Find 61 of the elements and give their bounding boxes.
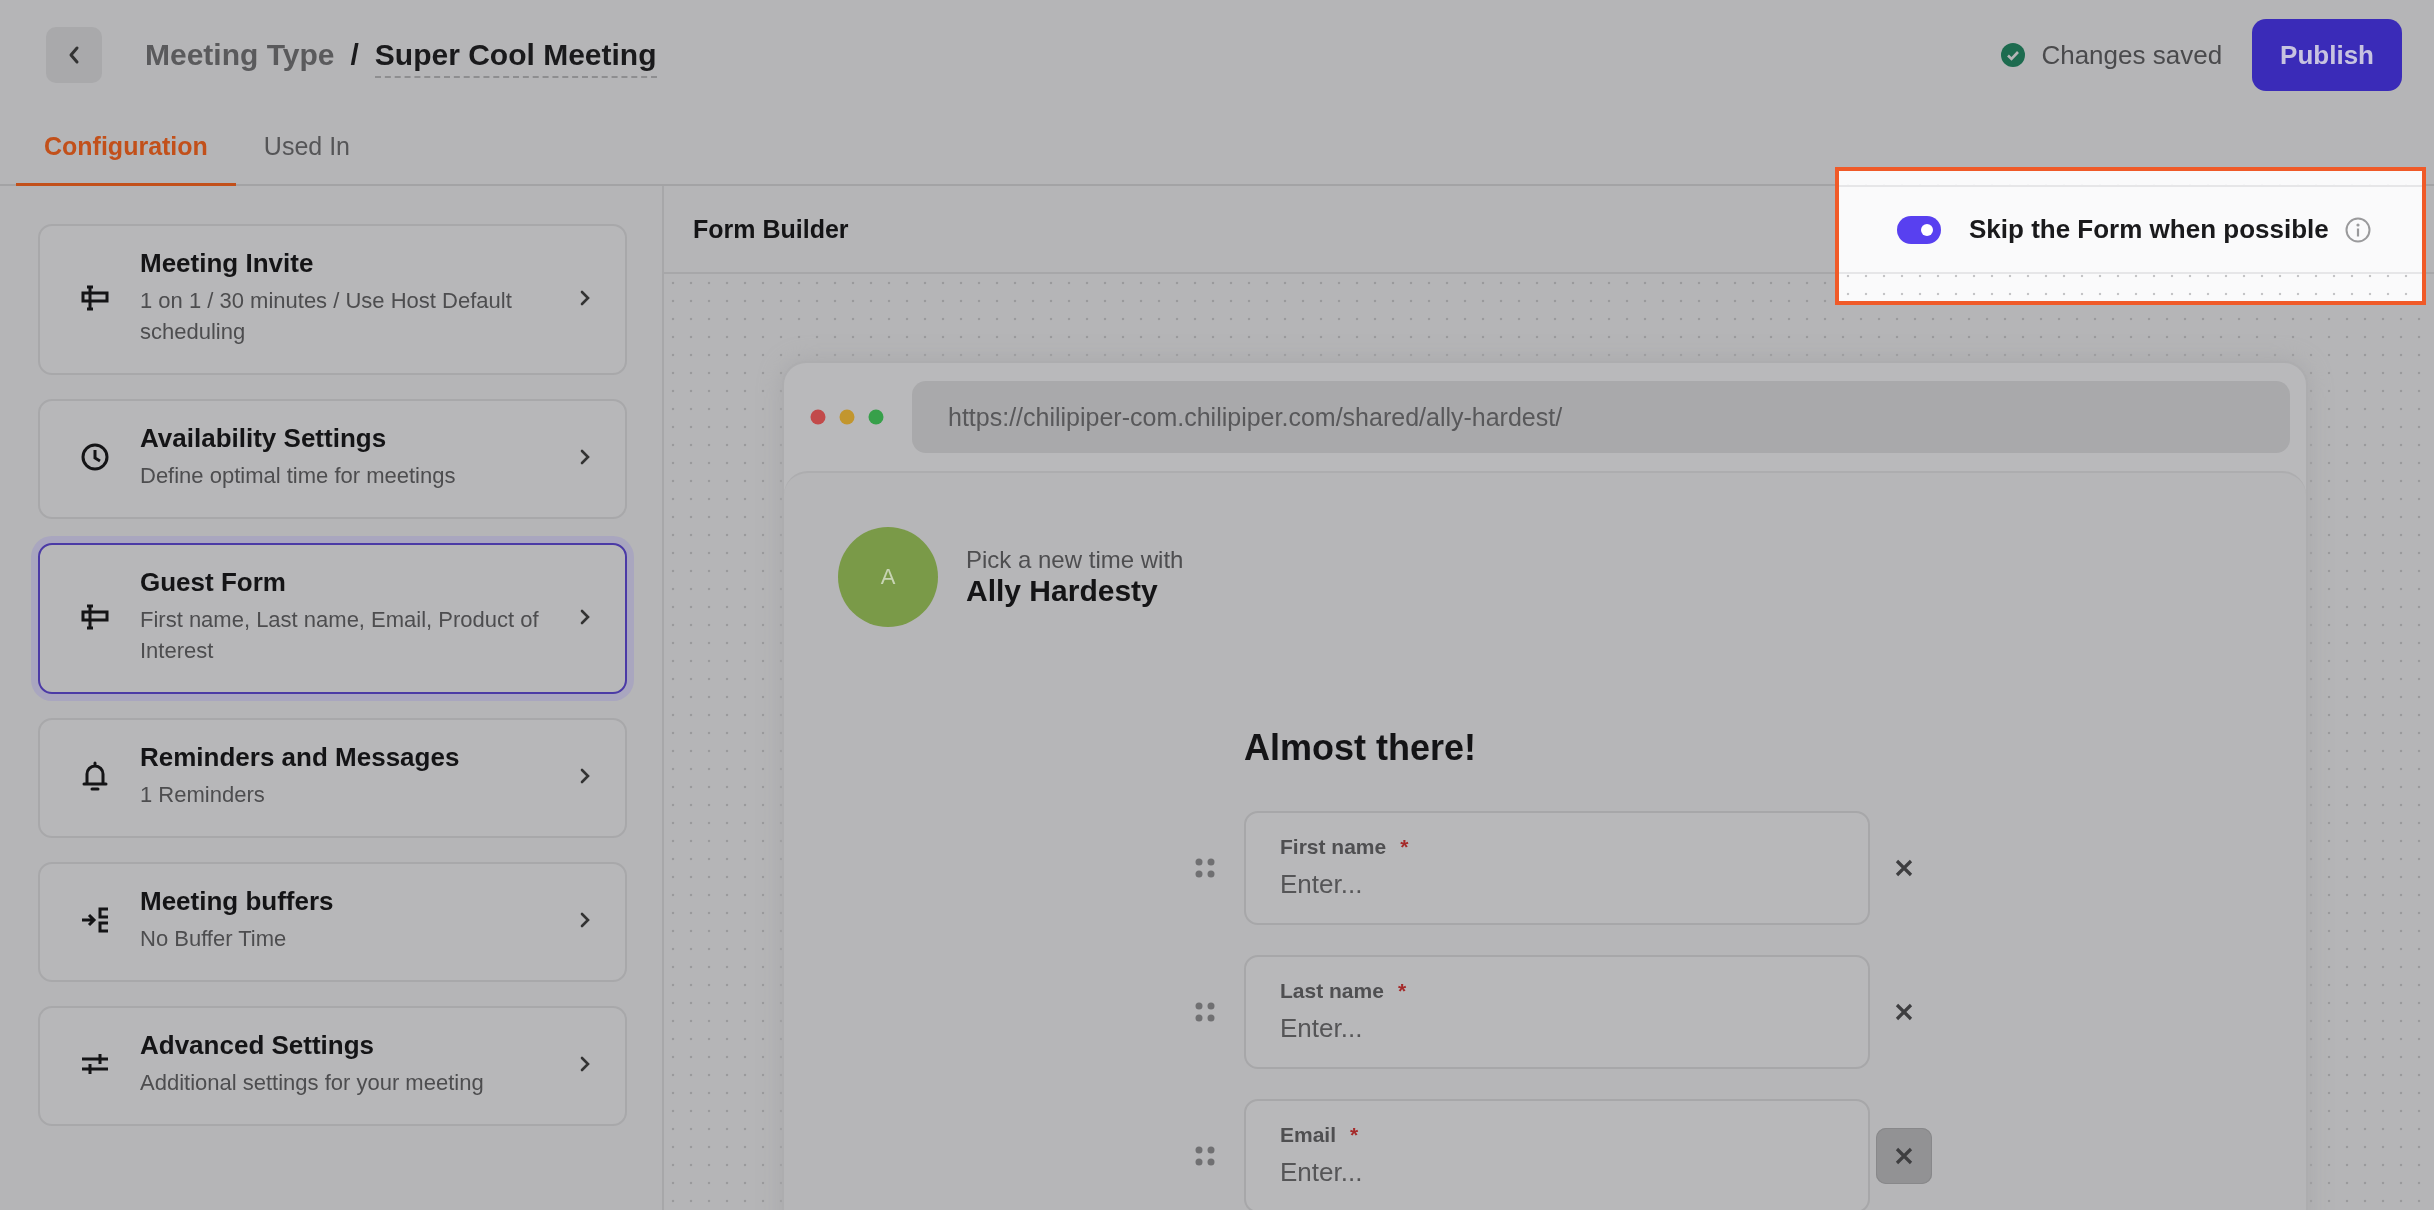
settings-card[interactable]: Availability Settings Define optimal time for meetings <box>38 399 627 519</box>
drag-handle-icon[interactable] <box>1195 858 1217 878</box>
back-button[interactable] <box>46 27 102 83</box>
field-label: Last name <box>1280 979 1384 1003</box>
chevron-right-icon <box>579 767 591 785</box>
input-field[interactable]: Enter... <box>1280 1013 1834 1044</box>
settings-card[interactable]: Meeting buffers No Buffer Time <box>38 862 627 982</box>
required-asterisk: * <box>1400 835 1409 859</box>
indent-arrow-icon <box>80 906 110 934</box>
tab[interactable]: Used In <box>235 110 379 186</box>
avatar: A <box>838 527 938 627</box>
drag-handle-icon[interactable] <box>1195 1146 1217 1166</box>
card-description: Define optimal time for meetings <box>140 462 457 490</box>
settings-card[interactable]: Advanced Settings Additional settings for your meeting <box>38 1006 627 1126</box>
input-field[interactable]: Enter... <box>1280 1157 1834 1188</box>
card-title: Meeting buffers <box>140 886 335 917</box>
url-bar: https://chilipiper-com.chilipiper.com/shared/ally-hardest/ <box>912 381 2290 453</box>
chevron-left-icon <box>67 45 81 65</box>
drag-handle-icon[interactable] <box>1195 1002 1217 1022</box>
card-title: Guest Form <box>140 567 287 598</box>
required-asterisk: * <box>1350 1123 1359 1147</box>
input-field[interactable]: Enter... <box>1280 869 1834 900</box>
meeting-title[interactable]: Super Cool Meeting <box>374 38 657 78</box>
window-controls-icon <box>810 409 884 425</box>
settings-card[interactable]: Reminders and Messages 1 Reminders <box>38 718 627 838</box>
required-asterisk: * <box>1397 979 1407 1003</box>
remove-field-button[interactable] <box>1876 1128 1932 1184</box>
card-title: Meeting Invite <box>140 248 315 279</box>
toggle-label: Skip the Form when possible <box>1969 214 2329 245</box>
close-icon <box>1895 1003 1913 1021</box>
settings-card[interactable]: Meeting Invite 1 on 1 / 30 minutes / Use Host Default scheduling <box>38 224 627 375</box>
toggle-switch[interactable] <box>1897 215 1941 244</box>
card-description: Additional settings for your meeting <box>140 1069 485 1097</box>
text-field-icon <box>80 602 110 631</box>
form-heading: Almost there! <box>1244 727 1478 769</box>
card-description: 1 on 1 / 30 minutes / Use Host Default scheduling <box>140 287 513 346</box>
chevron-right-icon <box>579 607 591 626</box>
chevron-right-icon <box>579 911 591 929</box>
check-circle-icon <box>2001 43 2026 67</box>
chevron-right-icon <box>579 448 591 466</box>
host-name: Ally Hardesty <box>966 574 1159 608</box>
close-icon <box>1895 859 1913 877</box>
save-status: Changes saved <box>2041 39 2223 71</box>
clock-icon <box>80 442 110 472</box>
field-label: First name <box>1280 835 1387 859</box>
info-icon[interactable] <box>2344 216 2371 243</box>
field-label: Email <box>1280 1123 1337 1147</box>
publish-button[interactable]: Publish <box>2252 19 2402 91</box>
intro-text: Pick a new time with <box>966 546 1184 574</box>
bell-icon <box>81 760 109 792</box>
card-description: First name, Last name, Email, Product of Interest <box>140 606 540 665</box>
close-icon <box>1895 1147 1913 1165</box>
card-description: 1 Reminders <box>140 781 266 809</box>
card-description: No Buffer Time <box>140 925 288 953</box>
chevron-right-icon <box>579 1055 591 1073</box>
card-title: Advanced Settings <box>140 1030 376 1061</box>
chevron-right-icon <box>579 288 591 307</box>
card-title: Reminders and Messages <box>140 742 461 773</box>
text-field-icon <box>80 283 110 312</box>
card-title: Availability Settings <box>140 423 388 454</box>
breadcrumb-separator: / <box>350 38 359 72</box>
